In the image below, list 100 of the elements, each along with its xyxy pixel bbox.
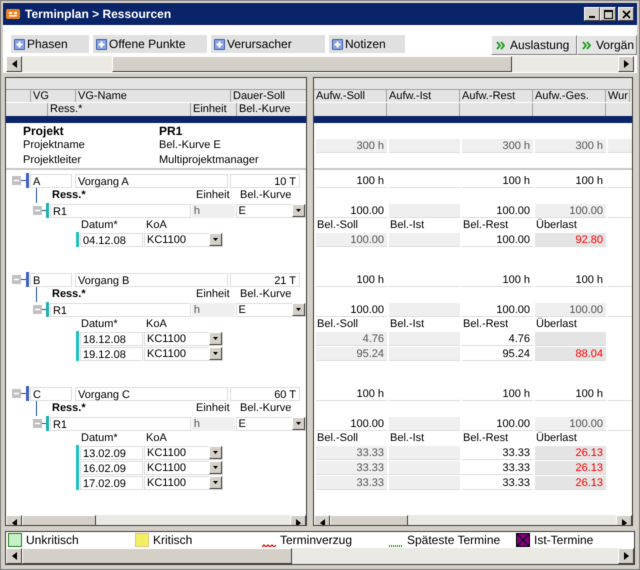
collapse-toggle[interactable]	[12, 176, 21, 185]
field-label: Bel.-Ist	[389, 430, 426, 446]
table-cell: 100.00	[535, 204, 606, 218]
dropdown-button[interactable]	[292, 303, 305, 316]
table-cell: 18.12.08	[80, 332, 143, 346]
column-header[interactable]: VG	[30, 90, 75, 102]
plus-icon	[96, 38, 107, 50]
column-header[interactable]: Aufw.-Rest	[460, 90, 533, 102]
curve-dropdown[interactable]: E	[236, 204, 306, 218]
dropdown-button[interactable]	[209, 347, 222, 360]
table-cell	[389, 416, 460, 430]
table-cell: 13.02.09	[80, 446, 143, 460]
field-label: Ress.*	[52, 401, 87, 416]
cost-center-dropdown[interactable]: KC1100	[144, 446, 223, 460]
caret-icon	[213, 337, 218, 340]
column-header[interactable]: Aufw.-Soll	[314, 90, 387, 102]
view-button[interactable]: Auslastung	[490, 35, 577, 55]
caret-icon	[213, 466, 218, 469]
section-tab[interactable]: Phasen	[11, 35, 89, 53]
scroll-right-button[interactable]	[618, 548, 634, 564]
column-header[interactable]: Wur	[606, 90, 630, 102]
section-tab[interactable]: Notizen	[329, 35, 405, 53]
table-cell: 100.00	[462, 232, 533, 246]
right-arrow-icon	[622, 519, 626, 525]
table-cell: 95.24	[316, 346, 387, 360]
collapse-toggle[interactable]	[12, 275, 21, 284]
caret-icon	[296, 422, 301, 425]
scroll-right-button[interactable]	[618, 56, 634, 72]
table-cell: 92.80	[535, 232, 606, 246]
scrollbar-thumb[interactable]	[112, 56, 512, 72]
dropdown-button[interactable]	[209, 233, 222, 246]
horizontal-scrollbar[interactable]	[6, 56, 634, 72]
table-cell: Vorgang A	[75, 174, 228, 188]
table-cell: 100.00	[316, 416, 387, 430]
table-cell: 100.00	[535, 302, 606, 316]
cost-center-dropdown[interactable]: KC1100	[144, 332, 223, 346]
minimize-button[interactable]	[584, 7, 600, 21]
task-bar	[26, 272, 29, 287]
curve-dropdown[interactable]: E	[236, 302, 306, 316]
table-cell: 26.13	[535, 476, 606, 490]
column-header[interactable]: Aufw.-Ges.	[533, 90, 606, 102]
dropdown-button[interactable]	[209, 476, 222, 489]
collapse-toggle[interactable]	[12, 389, 21, 398]
table-cell: 10 T	[230, 174, 300, 188]
column-header[interactable]: VG-Name	[75, 90, 230, 102]
view-button[interactable]: Vorgän	[576, 35, 637, 55]
field-label: Einheit	[196, 188, 231, 204]
table-cell: R1	[50, 416, 191, 430]
curve-dropdown[interactable]: E	[236, 416, 306, 430]
table-cell: 33.33	[316, 446, 387, 460]
section-tab[interactable]: Offene Punkte	[93, 35, 207, 53]
table-cell: 100 h	[316, 386, 387, 400]
collapse-toggle[interactable]	[33, 419, 42, 428]
field-label: Überlast	[535, 218, 578, 233]
field-label: Bel.-Soll	[316, 316, 359, 332]
table-cell: 100 h	[462, 272, 533, 286]
dropdown-button[interactable]	[292, 204, 305, 217]
scrollbar-thumb[interactable]	[22, 548, 292, 564]
cost-center-dropdown[interactable]: KC1100	[144, 346, 223, 360]
maximize-button[interactable]	[600, 7, 616, 21]
horizontal-scrollbar[interactable]	[6, 548, 634, 564]
scroll-left-button[interactable]	[6, 56, 22, 72]
collapse-toggle[interactable]	[33, 206, 42, 215]
dropdown-button[interactable]	[209, 461, 222, 474]
table-cell: 100.00	[462, 302, 533, 316]
close-button[interactable]	[618, 7, 634, 21]
table-cell: R1	[50, 302, 191, 316]
table-cell	[389, 446, 460, 460]
scroll-left-button[interactable]	[6, 548, 22, 564]
right-arrow-icon	[296, 519, 300, 525]
cost-center-dropdown[interactable]: KC1100	[144, 460, 223, 474]
dropdown-button[interactable]	[209, 446, 222, 459]
table-cell	[389, 232, 460, 246]
legend-label: Kritisch	[153, 532, 192, 549]
table-cell: 100.00	[462, 204, 533, 218]
table-cell: R1	[50, 204, 191, 218]
maximize-icon	[604, 10, 612, 18]
field-label: Bel.-Kurve	[240, 287, 292, 302]
resource-bar	[46, 203, 49, 218]
column-header[interactable]: Dauer-Soll	[230, 90, 302, 102]
task-bar	[26, 386, 29, 401]
table-cell: Vorgang C	[75, 386, 228, 400]
table-cell: 100 h	[462, 386, 533, 400]
column-header[interactable]: Aufw.-Ist	[387, 90, 460, 102]
dropdown-button[interactable]	[292, 417, 305, 430]
collapse-toggle[interactable]	[33, 305, 42, 314]
table-cell	[389, 346, 460, 360]
caret-icon	[213, 238, 218, 241]
dropdown-button[interactable]	[209, 332, 222, 345]
field-label: KoA	[146, 430, 167, 446]
section-tab[interactable]: Verursacher	[211, 35, 325, 53]
field-label: Bel.-Ist	[389, 218, 426, 233]
resource-bar	[46, 302, 49, 317]
chevrons-icon	[582, 40, 592, 50]
cost-center-dropdown[interactable]: KC1100	[144, 232, 223, 246]
field-label: KoA	[146, 218, 167, 233]
table-cell: 4.76	[462, 332, 533, 346]
table-cell: 100.00	[462, 416, 533, 430]
chevrons-icon	[496, 40, 506, 50]
cost-center-dropdown[interactable]: KC1100	[144, 476, 223, 490]
